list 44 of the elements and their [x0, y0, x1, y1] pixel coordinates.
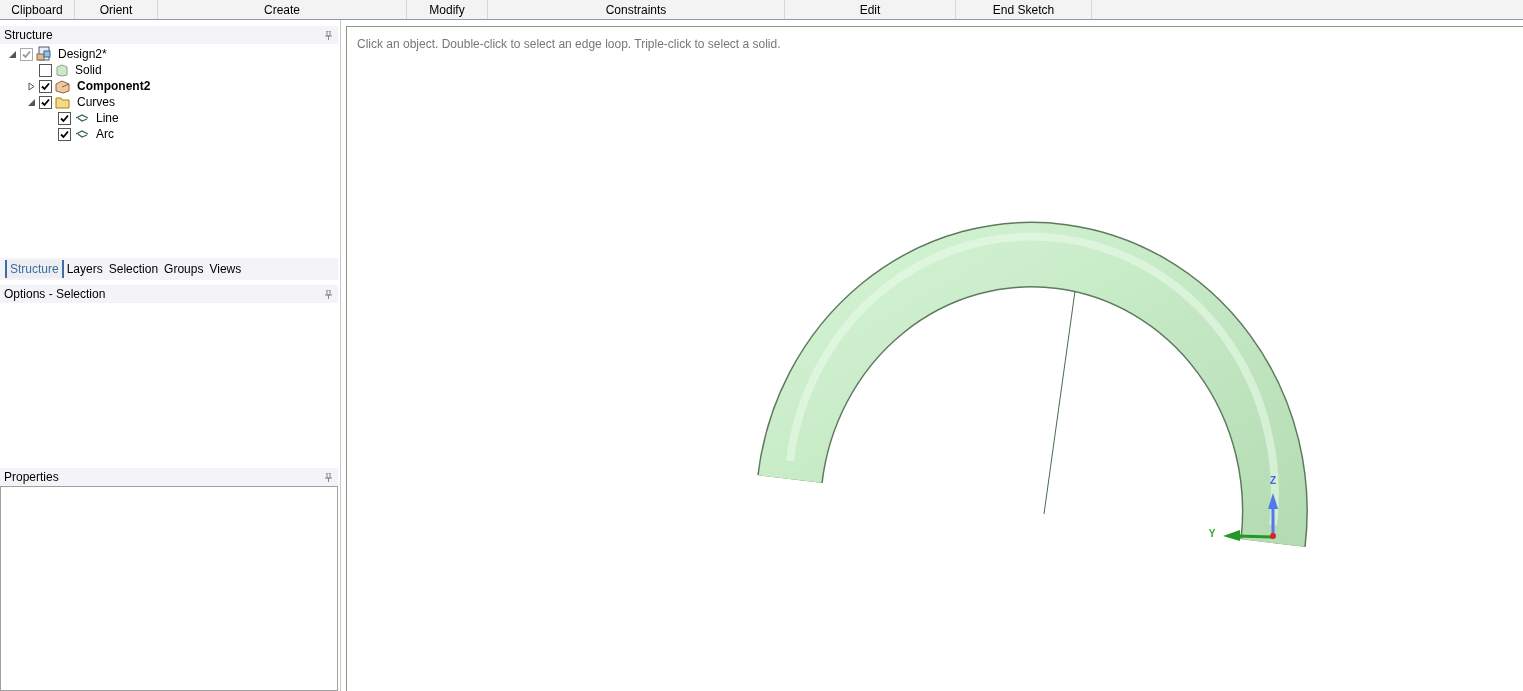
ribbon-tab[interactable]: Edit: [785, 0, 956, 19]
pin-icon[interactable]: [325, 472, 332, 482]
axis-label: Z: [1269, 475, 1277, 486]
hint-text: Click an object. Double-click to select an edge loop. Triple-click to select a solid.: [357, 37, 781, 51]
ribbon-tab[interactable]: Constraints: [488, 0, 785, 19]
ribbon-tab[interactable]: Modify: [407, 0, 488, 19]
tree-item[interactable]: Arc: [96, 127, 114, 141]
axis-label: Y: [1208, 528, 1216, 539]
checkbox[interactable]: [39, 63, 52, 77]
pin-icon[interactable]: [325, 30, 332, 40]
viewport[interactable]: Z Y Click an object. Double-click to select an edge loop. Triple-click to select a solid.: [346, 26, 1523, 691]
panel-tab[interactable]: Groups: [161, 260, 207, 278]
panel-tab[interactable]: Structure: [5, 260, 64, 278]
checkbox[interactable]: [39, 95, 52, 109]
pin-icon[interactable]: [325, 289, 332, 299]
document-icon: [36, 46, 52, 62]
folder-icon: [55, 95, 71, 109]
tree-item[interactable]: Curves: [77, 95, 115, 109]
curve-icon: [74, 113, 90, 123]
checkbox[interactable]: [39, 79, 52, 93]
expander-icon[interactable]: [27, 81, 36, 91]
expander-icon[interactable]: [8, 49, 17, 59]
tree-item[interactable]: Component2: [77, 79, 151, 93]
blocks-icon: [55, 78, 71, 94]
panel-tab[interactable]: Views: [206, 260, 245, 278]
panel-title: Properties: [4, 470, 59, 484]
ribbon-tab[interactable]: Create: [158, 0, 407, 19]
expander-icon[interactable]: [27, 97, 36, 107]
ribbon-tab[interactable]: Orient: [75, 0, 158, 19]
checkbox[interactable]: [20, 47, 33, 61]
panel-tab[interactable]: Selection: [105, 260, 162, 278]
tree-item[interactable]: Solid: [75, 63, 102, 77]
tree-item[interactable]: Design2*: [58, 47, 107, 61]
panel-title: Structure: [4, 28, 53, 42]
tree-item[interactable]: Line: [96, 111, 119, 125]
panel-tab[interactable]: Layers: [63, 260, 106, 278]
ribbon-tab[interactable]: End Sketch: [956, 0, 1092, 19]
axis-triad-drawing: [1223, 493, 1278, 541]
panel-title: Options - Selection: [4, 287, 106, 301]
curve-icon: [74, 129, 90, 139]
checkbox[interactable]: [58, 127, 71, 141]
checkbox[interactable]: [58, 111, 71, 125]
cube-icon: [55, 63, 69, 77]
ribbon-tab[interactable]: Clipboard: [0, 0, 75, 19]
